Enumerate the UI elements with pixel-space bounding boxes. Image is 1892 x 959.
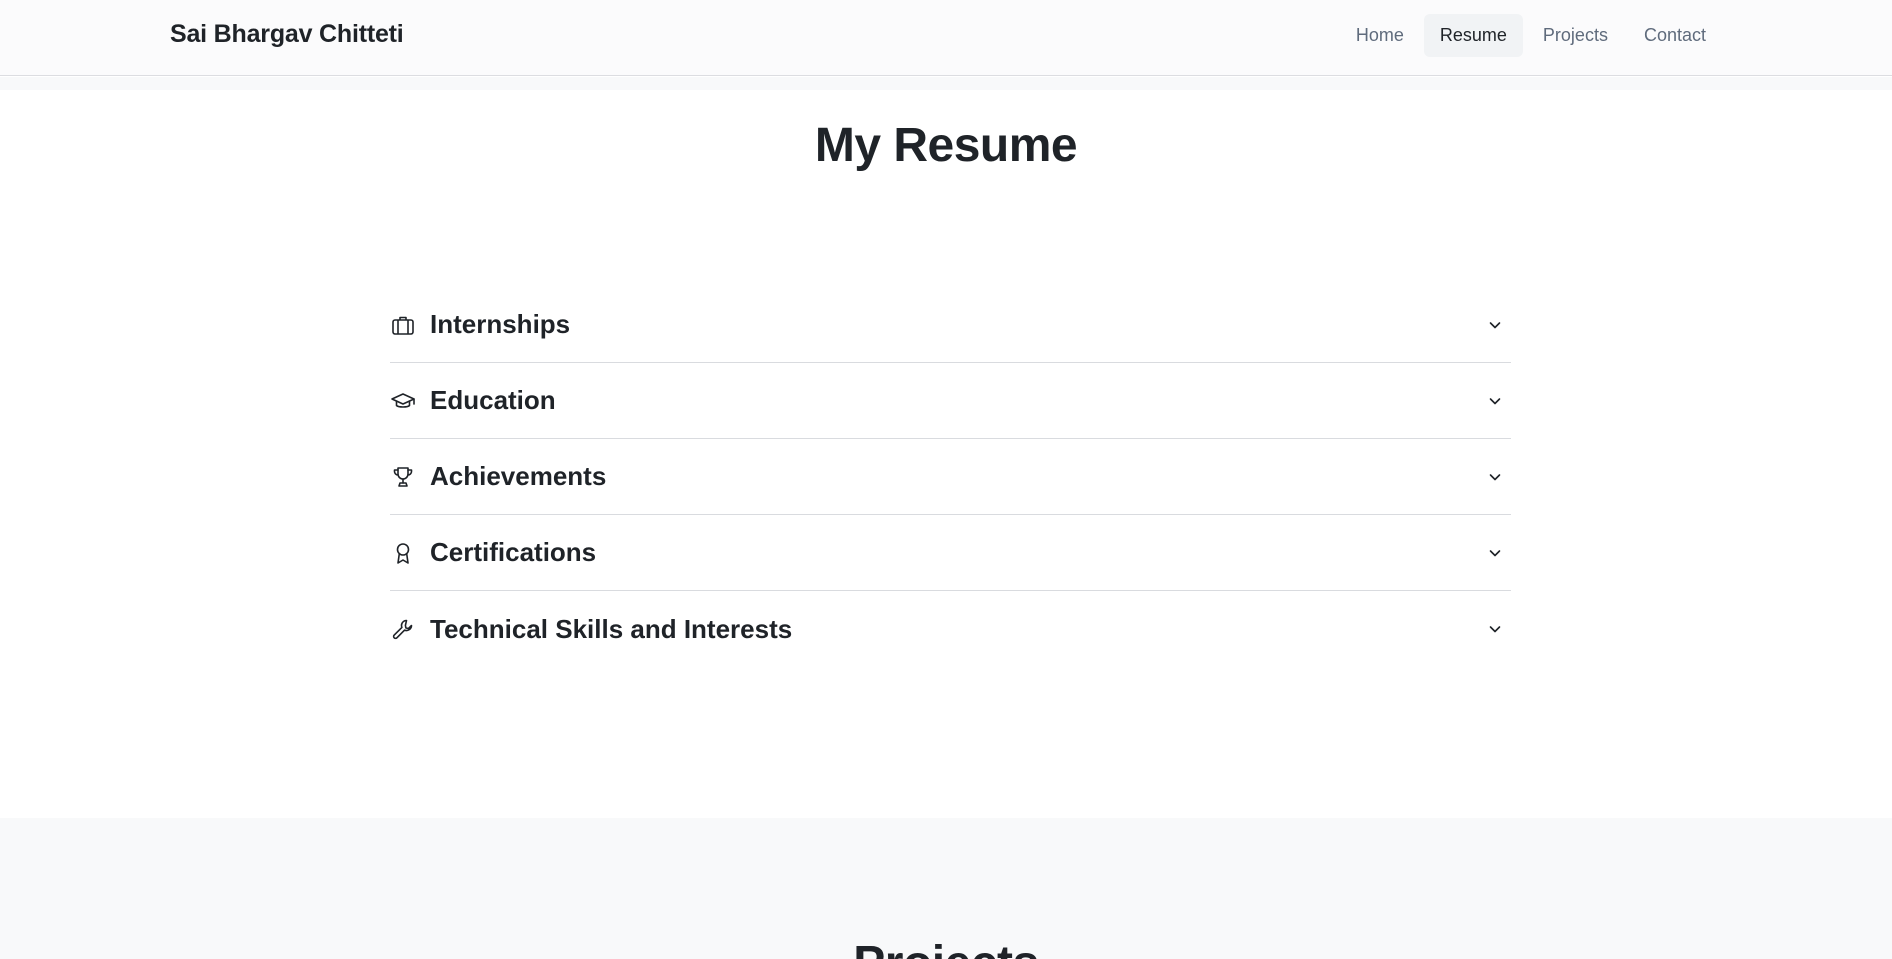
header-strip <box>0 77 1892 90</box>
chevron-down-icon[interactable] <box>1487 621 1503 637</box>
page-title: My Resume <box>814 119 1078 172</box>
nav-link-home[interactable]: Home <box>1340 14 1420 57</box>
wrench-icon <box>390 616 416 642</box>
award-ribbon-icon <box>390 540 416 566</box>
accordion-item-achievements[interactable]: Achievements <box>390 439 1511 515</box>
briefcase-icon <box>390 312 416 338</box>
chevron-down-icon[interactable] <box>1487 393 1503 409</box>
projects-section: Projects <box>0 818 1892 959</box>
nav-link-projects[interactable]: Projects <box>1527 14 1624 57</box>
accordion-label: Technical Skills and Interests <box>430 613 793 644</box>
accordion-label: Achievements <box>430 461 607 491</box>
accordion-item-education[interactable]: Education <box>390 363 1511 439</box>
projects-title: Projects <box>0 936 1892 959</box>
graduation-cap-icon <box>390 388 416 414</box>
resume-accordion: Internships Education Achievements Certi… <box>390 287 1511 667</box>
accordion-label: Certifications <box>430 537 597 567</box>
nav-link-contact[interactable]: Contact <box>1628 14 1722 57</box>
accordion-label: Education <box>430 385 556 415</box>
chevron-down-icon[interactable] <box>1487 545 1503 561</box>
accordion-item-certifications[interactable]: Certifications <box>390 515 1511 591</box>
accordion-label: Internships <box>430 309 571 339</box>
accordion-item-internships[interactable]: Internships <box>390 287 1511 363</box>
accordion-item-technical-skills[interactable]: Technical Skills and Interests <box>390 591 1511 667</box>
chevron-down-icon[interactable] <box>1487 469 1503 485</box>
nav-links: Home Resume Projects Contact <box>1340 13 1722 58</box>
brand-name[interactable]: Sai Bhargav Chitteti <box>170 20 404 49</box>
top-navbar: Sai Bhargav Chitteti Home Resume Project… <box>0 0 1892 76</box>
trophy-icon <box>390 464 416 490</box>
nav-link-resume[interactable]: Resume <box>1423 14 1523 57</box>
chevron-down-icon[interactable] <box>1487 317 1503 333</box>
